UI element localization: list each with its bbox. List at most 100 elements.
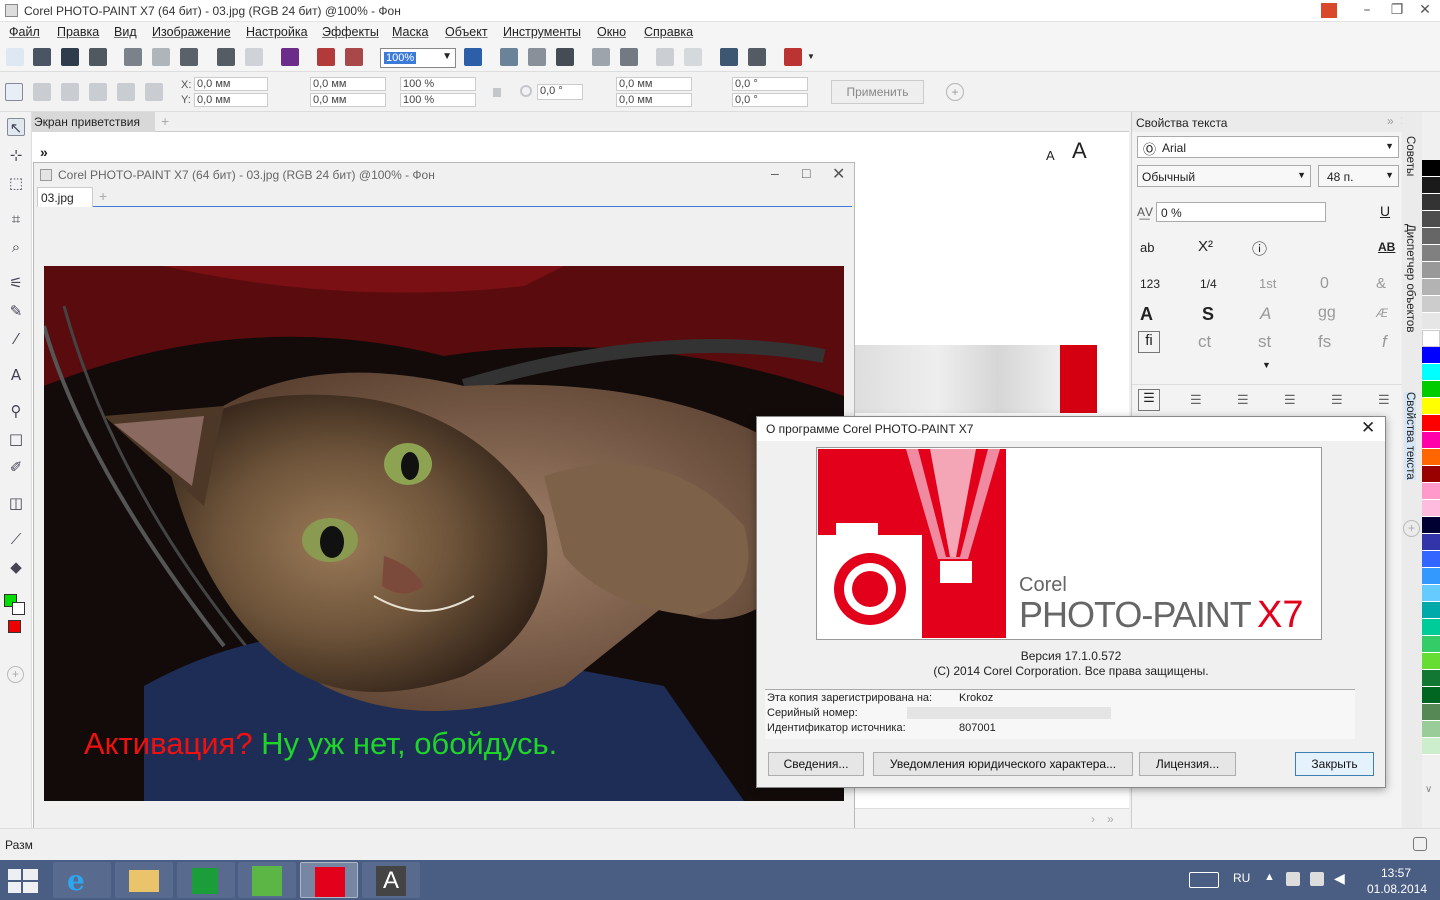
mask-marquee-icon[interactable] [620, 48, 638, 66]
object-mode-icon[interactable] [684, 48, 702, 66]
ab-icon[interactable]: ab [1140, 240, 1154, 255]
swatch-gray-60[interactable] [1422, 228, 1440, 245]
clock-date[interactable]: 01.08.2014 [1367, 882, 1427, 896]
numerals-icon[interactable]: 123 [1140, 277, 1160, 291]
scale-icon[interactable] [61, 83, 79, 101]
move-icon[interactable] [5, 83, 23, 101]
swatch-sea[interactable] [1422, 619, 1440, 636]
zoom-level-select[interactable]: 100% ▼ [380, 48, 456, 68]
swatch-olive[interactable] [1422, 704, 1440, 721]
transform-tool-icon[interactable]: ⊹ [7, 146, 25, 164]
perspective-icon[interactable] [145, 83, 163, 101]
ie-taskbar-icon[interactable]: e [53, 862, 111, 898]
scale-y-field[interactable]: 100 % [400, 93, 476, 107]
swatch-red[interactable] [1422, 415, 1440, 432]
background-color-swatch[interactable] [12, 602, 25, 615]
swatch-forest[interactable] [1422, 670, 1440, 687]
width-field[interactable]: 0,0 мм [310, 77, 386, 91]
swatch-royal[interactable] [1422, 551, 1440, 568]
align-justify-icon[interactable]: ☰ [1331, 392, 1343, 408]
fill-color-swatch[interactable] [8, 620, 21, 633]
doc-close-icon[interactable]: ✕ [832, 164, 845, 184]
menu-window[interactable]: Окно [597, 25, 626, 39]
swatch-gray-20[interactable] [1422, 296, 1440, 313]
close-icon[interactable]: ✕ [1410, 0, 1440, 22]
docker-tab-text-props[interactable]: Свойства текста [1404, 392, 1416, 480]
swatch-mint[interactable] [1422, 636, 1440, 653]
fs-icon[interactable]: fs [1318, 332, 1331, 352]
menu-help[interactable]: Справка [644, 25, 693, 39]
transparency-tool-icon[interactable]: ◫ [7, 494, 25, 512]
swatch-sage[interactable] [1422, 721, 1440, 738]
allcaps-icon[interactable]: AB [1378, 240, 1395, 254]
store-taskbar-icon[interactable] [177, 862, 235, 898]
titling-icon[interactable]: A [1140, 304, 1153, 325]
zoom-tool-icon[interactable]: ⌕ [7, 238, 25, 256]
swash-icon[interactable]: & [1376, 275, 1386, 292]
add-icon[interactable]: + [946, 83, 964, 101]
menu-mask[interactable]: Маска [392, 25, 428, 39]
swatch-gray-70[interactable] [1422, 211, 1440, 228]
explorer-taskbar-icon[interactable] [115, 862, 173, 898]
lock-icon[interactable] [493, 88, 501, 97]
superscript-icon[interactable]: X² [1198, 238, 1213, 255]
pick-tool-icon[interactable]: ↖ [7, 118, 25, 137]
restore-icon[interactable]: ❐ [1382, 0, 1412, 22]
font-select[interactable]: Ⓞ Arial ▼ [1137, 136, 1399, 158]
align-right-icon[interactable]: ☰ [1284, 392, 1296, 408]
doc-minimize-icon[interactable]: – [771, 165, 779, 181]
start-button[interactable] [8, 869, 38, 893]
menu-edit[interactable]: Правка [57, 25, 99, 39]
network-icon[interactable] [1310, 872, 1324, 886]
font-size-select[interactable]: 48 п. ▼ [1318, 165, 1399, 187]
add-doc-tab-icon[interactable]: + [99, 188, 107, 204]
keyboard-icon[interactable] [1189, 872, 1219, 888]
menu-tools[interactable]: Инструменты [503, 25, 581, 39]
ae-icon[interactable]: Æ [1376, 306, 1388, 320]
swatch-indigo[interactable] [1422, 534, 1440, 551]
grid-icon[interactable] [528, 48, 546, 66]
crop-tool-icon[interactable]: ⌗ [7, 210, 25, 228]
zoom-fit-icon[interactable] [464, 48, 482, 66]
menu-adjust[interactable]: Настройка [246, 25, 308, 39]
object-picker-icon[interactable] [656, 48, 674, 66]
docker-tab-hints[interactable]: Советы [1404, 136, 1416, 176]
touchup-tool-icon[interactable]: ✎ [7, 302, 25, 320]
swatch-blue[interactable] [1422, 347, 1440, 364]
rectangle-mask-icon[interactable]: ⬚ [7, 174, 25, 192]
rotate-icon[interactable] [33, 83, 51, 101]
swatch-gray-40[interactable] [1422, 262, 1440, 279]
swatch-gray-50[interactable] [1422, 245, 1440, 262]
swatch-navy[interactable] [1422, 517, 1440, 534]
underline-icon[interactable]: U [1380, 203, 1390, 219]
swatch-rose[interactable] [1422, 483, 1440, 500]
swatch-lime[interactable] [1422, 653, 1440, 670]
undo-icon[interactable] [217, 48, 235, 66]
swatch-teal[interactable] [1422, 602, 1440, 619]
launcher-icon[interactable] [784, 48, 802, 66]
corel-connect-icon[interactable] [281, 48, 299, 66]
rot-x-field[interactable]: 0,0 ° [732, 77, 808, 91]
swatch-sky[interactable] [1422, 568, 1440, 585]
swatch-black[interactable] [1422, 160, 1440, 177]
skew-y-field[interactable]: 0,0 мм [616, 93, 692, 107]
align-center-icon[interactable]: ☰ [1237, 392, 1249, 408]
doc-maximize-icon[interactable]: □ [802, 165, 810, 181]
scroll-end-icon[interactable]: » [1107, 812, 1114, 826]
volume-icon[interactable]: ◀ [1334, 870, 1345, 887]
rulers-icon[interactable] [500, 48, 518, 66]
ordinals-icon[interactable]: 1st [1259, 276, 1276, 291]
swatch-cyan[interactable] [1422, 364, 1440, 381]
effect-tool-icon[interactable]: ⚲ [7, 402, 25, 420]
tab-welcome-screen[interactable]: Экран приветствия [32, 112, 155, 132]
font-manager-taskbar-icon[interactable]: A [362, 862, 420, 898]
swatch-gray-10[interactable] [1422, 313, 1440, 330]
mask-overlay-icon[interactable] [592, 48, 610, 66]
height-field[interactable]: 0,0 мм [310, 93, 386, 107]
license-button[interactable]: Лицензия... [1139, 752, 1236, 776]
st-icon[interactable]: st [1258, 332, 1271, 352]
save-icon[interactable] [61, 48, 79, 66]
more-options-icon[interactable]: ▼ [1262, 360, 1271, 370]
add-tool-icon[interactable]: + [7, 666, 24, 683]
fractions-icon[interactable]: 1/4 [1200, 277, 1217, 291]
